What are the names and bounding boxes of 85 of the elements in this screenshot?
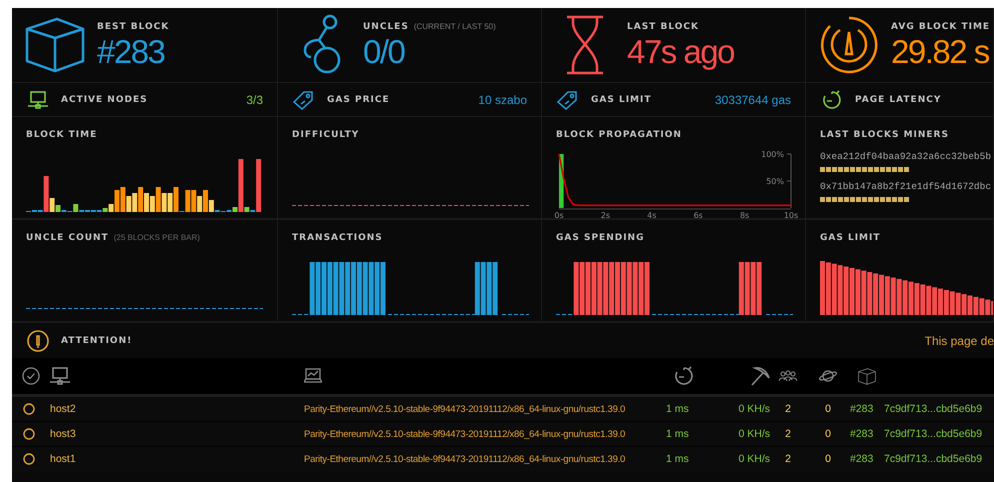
panel-title: DIFFICULTY <box>292 130 360 140</box>
panel-title: BLOCK PROPAGATION <box>556 130 682 140</box>
hashrate-value: 0 KH/s <box>738 453 770 465</box>
y-axis: 50% 100% <box>761 150 792 208</box>
latency-value: 1 ms <box>666 453 689 465</box>
block-number: #283 <box>850 403 874 415</box>
stat-label: AVG BLOCK TIME <box>891 22 990 32</box>
miner-address: 0x71bb147a8b2f21e1df54d1672dbc <box>820 181 992 192</box>
stat-value: #283 <box>97 32 166 72</box>
node-name: host3 <box>50 428 76 440</box>
panel-title: GAS LIMIT <box>820 233 880 243</box>
status-ring-icon <box>23 428 35 440</box>
status-ring-icon <box>23 403 35 415</box>
attention-title: ATTENTION! <box>61 336 132 346</box>
x-tick-label: 10s <box>784 211 798 220</box>
peer-count: 2 <box>785 403 791 415</box>
x-tick-label: 2s <box>600 211 610 220</box>
status-ring-icon <box>23 453 35 465</box>
stat-value: 3/3 <box>246 92 263 106</box>
attention-message: This page de <box>924 334 994 348</box>
tag-icon <box>293 90 315 110</box>
alert-icon <box>27 330 49 352</box>
y-tick-label: 100% <box>761 150 784 159</box>
stat-value: 0/0 <box>363 32 406 72</box>
panel-title: TRANSACTIONS <box>292 233 383 243</box>
stat-note: (CURRENT / LAST 50) <box>414 22 496 31</box>
timer-icon <box>674 366 694 386</box>
monitor-icon <box>28 90 48 108</box>
peer-count: 2 <box>785 453 791 465</box>
hashrate-value: 0 KH/s <box>738 428 770 440</box>
stat-label: PAGE LATENCY <box>855 94 942 104</box>
block-hash: 7c9df713...cbd5e6b9 <box>884 453 982 465</box>
hourglass-icon <box>565 15 605 75</box>
panel-title: GAS SPENDING <box>556 233 644 243</box>
pickaxe-icon <box>750 366 770 386</box>
client-version: Parity-Ethereum//v2.5.10-stable-9f94473-20191112/x86_64-linux-gnu/rustc1.39.0 <box>304 404 626 414</box>
table-row[interactable]: host2 Parity-Ethereum//v2.5.10-stable-9f94473-20191112/x86_64-linux-gnu/rustc1.39.0 1 ms 0 KH/s 2 0 #283 7c9df713...cbd5e6b9 <box>12 397 994 421</box>
y-tick-label: 50% <box>766 177 784 186</box>
stat-value: 10 szabo <box>478 92 527 106</box>
panel-note: (25 BLOCKS PER BAR) <box>114 233 200 242</box>
stat-label: ACTIVE NODES <box>61 94 148 104</box>
cube-icon <box>858 368 876 384</box>
stat-label: UNCLES <box>363 22 409 32</box>
table-row[interactable]: host1 Parity-Ethereum//v2.5.10-stable-9f94473-20191112/x86_64-linux-gnu/rustc1.39.0 1 ms 0 KH/s 2 0 #283 7c9df713...cbd5e6b9 <box>12 447 994 471</box>
pending-count: 0 <box>825 453 831 465</box>
histogram-bar <box>559 154 564 208</box>
block-number: #283 <box>850 428 874 440</box>
panel-title: LAST BLOCKS MINERS <box>820 130 949 140</box>
panel-title: UNCLE COUNT <box>26 233 109 243</box>
block-hash: 7c9df713...cbd5e6b9 <box>884 403 982 415</box>
laptop-icon <box>304 368 322 384</box>
monitor-icon <box>50 367 70 385</box>
block-number: #283 <box>850 453 874 465</box>
gauge-icon <box>820 16 878 74</box>
panel-title: BLOCK TIME <box>26 130 98 140</box>
latency-value: 1 ms <box>666 403 689 415</box>
cube-icon <box>25 17 85 73</box>
x-tick-label: 0s <box>554 211 564 220</box>
x-tick-label: 8s <box>740 211 750 220</box>
node-name: host1 <box>50 453 76 465</box>
stat-label: BEST BLOCK <box>97 22 170 32</box>
people-icon <box>779 370 797 382</box>
latency-value: 1 ms <box>666 428 689 440</box>
hashrate-value: 0 KH/s <box>738 403 770 415</box>
client-version: Parity-Ethereum//v2.5.10-stable-9f94473-20191112/x86_64-linux-gnu/rustc1.39.0 <box>304 428 626 440</box>
check-circle-icon <box>22 367 40 385</box>
miner-address: 0xea212df04baa92a32a6cc32beb5b <box>820 151 992 162</box>
block-hash: 7c9df713...cbd5e6b9 <box>884 428 982 440</box>
x-tick-label: 6s <box>694 211 703 220</box>
x-tick-label: 4s <box>647 211 656 220</box>
stat-value: 30337644 gas <box>714 92 791 106</box>
node-name: host2 <box>50 403 76 415</box>
pending-count: 0 <box>825 403 831 415</box>
planet-icon <box>819 369 837 383</box>
tag-icon <box>557 90 579 110</box>
stat-value: 47s ago <box>627 32 734 72</box>
stat-label: GAS LIMIT <box>591 94 652 104</box>
stat-value: 29.82 s <box>891 32 990 72</box>
client-version: Parity-Ethereum//v2.5.10-stable-9f94473-20191112/x86_64-linux-gnu/rustc1.39.0 <box>304 454 626 464</box>
table-row[interactable]: host3 Parity-Ethereum//v2.5.10-stable-9f94473-20191112/x86_64-linux-gnu/rustc1.39.0 1 ms 0 KH/s 2 0 #283 7c9df713...cbd5e6b9 <box>12 422 994 446</box>
timer-icon <box>822 90 842 110</box>
stat-label: LAST BLOCK <box>627 22 699 32</box>
peer-count: 2 <box>785 428 791 440</box>
pending-count: 0 <box>825 428 831 440</box>
stat-label: GAS PRICE <box>327 94 390 104</box>
